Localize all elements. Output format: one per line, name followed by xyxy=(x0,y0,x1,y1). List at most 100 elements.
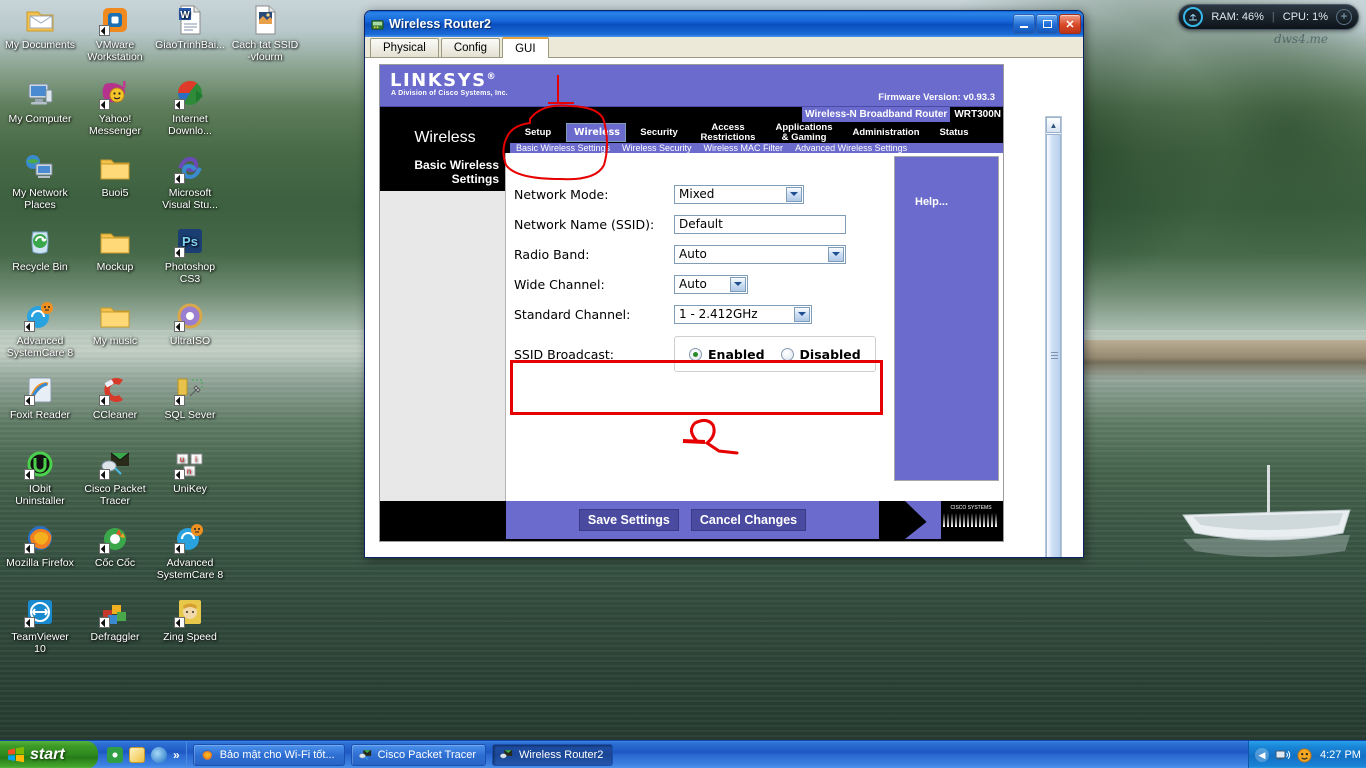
desktop-icon-my-computer[interactable]: My Computer xyxy=(4,78,76,125)
router-tab-security[interactable]: Security xyxy=(626,127,692,138)
coccoc-icon xyxy=(99,522,131,554)
minimize-button[interactable] xyxy=(1013,14,1035,34)
router-tab-access-restrictions[interactable]: Access Restrictions xyxy=(692,122,764,143)
desktop-icon-teamviewer-10[interactable]: TeamViewer 10 xyxy=(4,596,76,655)
desktop-icon-mozilla-firefox[interactable]: Mozilla Firefox xyxy=(4,522,76,569)
chevron-down-icon[interactable] xyxy=(786,186,802,202)
router-main-tabs[interactable]: Setup Wireless Security Access Restrictions… xyxy=(510,122,1003,143)
internet-explorer-quicklaunch-icon[interactable] xyxy=(151,746,167,763)
radio-unselected-icon[interactable] xyxy=(780,347,794,361)
quick-launch-bar[interactable]: » xyxy=(98,740,187,768)
radio-band-select[interactable]: Auto xyxy=(674,244,846,264)
coccoc-quicklaunch-icon[interactable] xyxy=(107,746,123,763)
taskbar-window-buttons[interactable]: Bảo mật cho Wi-Fi tốt... Cisco Packet Tra… xyxy=(187,743,614,766)
network-activity-icon[interactable] xyxy=(1275,748,1291,762)
desktop-icon-my-documents[interactable]: My Documents xyxy=(4,4,76,51)
router-subnav-wireless-mac-filter[interactable]: Wireless MAC Filter xyxy=(698,143,790,153)
taskbar-button-b-o-m-t-cho-wi-fi-t-t[interactable]: Bảo mật cho Wi-Fi tốt... xyxy=(192,743,345,766)
help-panel[interactable]: Help... xyxy=(894,156,999,481)
desktop-icon-foxit-reader[interactable]: Foxit Reader xyxy=(4,374,76,421)
chevron-down-icon[interactable] xyxy=(828,246,844,262)
desktop-icon-label: Microsoft Visual Stu... xyxy=(162,187,218,211)
desktop-icon-label: Photoshop CS3 xyxy=(164,261,216,285)
taskbar[interactable]: start » Bảo mật cho Wi-Fi tốt... Cisco Pa… xyxy=(0,740,1366,768)
router-tab-setup[interactable]: Setup xyxy=(510,127,566,138)
desktop-icon-zing-speed[interactable]: Zing Speed xyxy=(154,596,226,643)
gadget-add-button[interactable]: + xyxy=(1336,9,1352,25)
taskbar-button-wireless-router2[interactable]: Wireless Router2 xyxy=(492,743,614,766)
teamviewer-icon xyxy=(24,596,56,628)
tray-expand-icon[interactable]: ◀ xyxy=(1255,748,1269,762)
start-button[interactable]: start xyxy=(0,740,98,768)
desktop-icon-defraggler[interactable]: Defraggler xyxy=(79,596,151,643)
annotation-highlight-box xyxy=(510,360,883,415)
router-tab-applications-gaming[interactable]: Applications & Gaming xyxy=(764,122,844,143)
page-vertical-scrollbar[interactable]: ▲ ▼ xyxy=(1045,116,1062,557)
chevron-down-icon[interactable] xyxy=(794,306,810,322)
desktop[interactable]: My Documents VMware Workstation W GiaoTrinh… xyxy=(0,0,1366,768)
desktop-icon-unikey[interactable]: u i n UniKey xyxy=(154,448,226,495)
save-settings-button[interactable]: Save Settings xyxy=(578,509,679,531)
router-footer: Save Settings Cancel Changes CISCO SYSTE… xyxy=(380,501,1003,541)
tray-clock[interactable]: 4:27 PM xyxy=(1320,749,1361,761)
desktop-icon-advanced-systemcare-8[interactable]: Advanced SystemCare 8 xyxy=(154,522,226,581)
router-tab-status[interactable]: Status xyxy=(928,127,980,138)
network-name-ssid-input[interactable]: Default xyxy=(674,214,846,234)
desktop-icon-photoshop-cs3[interactable]: Ps Photoshop CS3 xyxy=(154,226,226,285)
desktop-icon-yahoo-messenger[interactable]: Yahoo! Messenger xyxy=(79,78,151,137)
quick-launch-overflow[interactable]: » xyxy=(173,748,180,762)
desktop-icon-my-network-places[interactable]: My Network Places xyxy=(4,152,76,211)
system-monitor-gadget[interactable]: RAM: 46% | CPU: 1% + xyxy=(1178,4,1359,30)
radio-selected-icon[interactable] xyxy=(689,347,702,361)
desktop-icon-ultraiso[interactable]: UltraISO xyxy=(154,300,226,347)
firefox-icon xyxy=(24,522,56,554)
tab-config[interactable]: Config xyxy=(440,38,501,57)
router-tab-administration[interactable]: Administration xyxy=(844,127,928,138)
desktop-icon-iobit-uninstaller[interactable]: IObit Uninstaller xyxy=(4,448,76,507)
desktop-icon-vmware-workstation[interactable]: VMware Workstation xyxy=(79,4,151,63)
shortcut-overlay-icon xyxy=(24,617,35,628)
yahoo-messenger-tray-icon[interactable] xyxy=(1297,747,1312,763)
window-tabstrip[interactable]: Physical Config GUI xyxy=(365,37,1083,58)
router-subnav-wireless-security[interactable]: Wireless Security xyxy=(616,143,698,153)
router-subnav-basic-wireless-settings[interactable]: Basic Wireless Settings xyxy=(510,143,616,153)
close-button[interactable]: ✕ xyxy=(1059,14,1081,34)
standard-channel-select[interactable]: 1 - 2.412GHz xyxy=(674,304,812,324)
chevron-down-icon[interactable] xyxy=(730,276,746,292)
maximize-button[interactable] xyxy=(1036,14,1058,34)
router-settings-form[interactable]: Network Mode: Mixed Network Name (SSID): De… xyxy=(506,153,891,501)
scroll-up-button[interactable]: ▲ xyxy=(1046,117,1061,133)
notepad-quicklaunch-icon[interactable] xyxy=(129,746,145,763)
cancel-changes-button[interactable]: Cancel Changes xyxy=(690,509,807,531)
desktop-icon-mockup[interactable]: Mockup xyxy=(79,226,151,273)
router-subnav-advanced-wireless-settings[interactable]: Advanced Wireless Settings xyxy=(789,143,913,153)
desktop-icon-cach-tat-ssid-vfourm[interactable]: Cach tat SSID -vfourm xyxy=(229,4,301,63)
window-titlebar[interactable]: Wireless Router2 ✕ xyxy=(365,11,1083,37)
desktop-icon-c-c-c-c[interactable]: Cốc Cốc xyxy=(79,522,151,569)
desktop-icon-sql-sever[interactable]: SQL Sever xyxy=(154,374,226,421)
shortcut-overlay-icon xyxy=(24,469,35,480)
router-tab-wireless[interactable]: Wireless xyxy=(566,123,626,142)
scrollbar-thumb[interactable] xyxy=(1046,134,1061,557)
tab-gui[interactable]: GUI xyxy=(502,37,549,58)
folder-icon xyxy=(99,152,131,184)
desktop-icon-cisco-packet-tracer[interactable]: Cisco Packet Tracer xyxy=(79,448,151,507)
svg-text:W: W xyxy=(180,10,190,21)
desktop-icon-buoi5[interactable]: Buoi5 xyxy=(79,152,151,199)
desktop-icon-advanced-systemcare-8[interactable]: Advanced SystemCare 8 xyxy=(4,300,76,359)
system-tray[interactable]: ◀ 4:27 PM xyxy=(1248,741,1366,768)
desktop-icon-recycle-bin[interactable]: Recycle Bin xyxy=(4,226,76,273)
desktop-icon-my-music[interactable]: My music xyxy=(79,300,151,347)
network-mode-label: Network Mode: xyxy=(514,186,609,202)
network-mode-select[interactable]: Mixed xyxy=(674,184,804,204)
wide-channel-select[interactable]: Auto xyxy=(674,274,748,294)
tab-physical[interactable]: Physical xyxy=(370,38,439,57)
desktop-icon-giaotrinhbai[interactable]: W GiaoTrinhBai... xyxy=(154,4,226,51)
desktop-icon-internet-downlo[interactable]: Internet Downlo... xyxy=(154,78,226,137)
desktop-icon-microsoft-visual-stu[interactable]: Microsoft Visual Stu... xyxy=(154,152,226,211)
desktop-icon-ccleaner[interactable]: CCleaner xyxy=(79,374,151,421)
taskbar-button-cisco-packet-tracer[interactable]: Cisco Packet Tracer xyxy=(350,743,487,766)
help-link[interactable]: Help... xyxy=(915,196,948,208)
router-sub-nav[interactable]: Basic Wireless Settings Wireless Security… xyxy=(510,143,1003,153)
wireless-router-window[interactable]: Wireless Router2 ✕ Physical Config GUI L… xyxy=(364,10,1084,558)
